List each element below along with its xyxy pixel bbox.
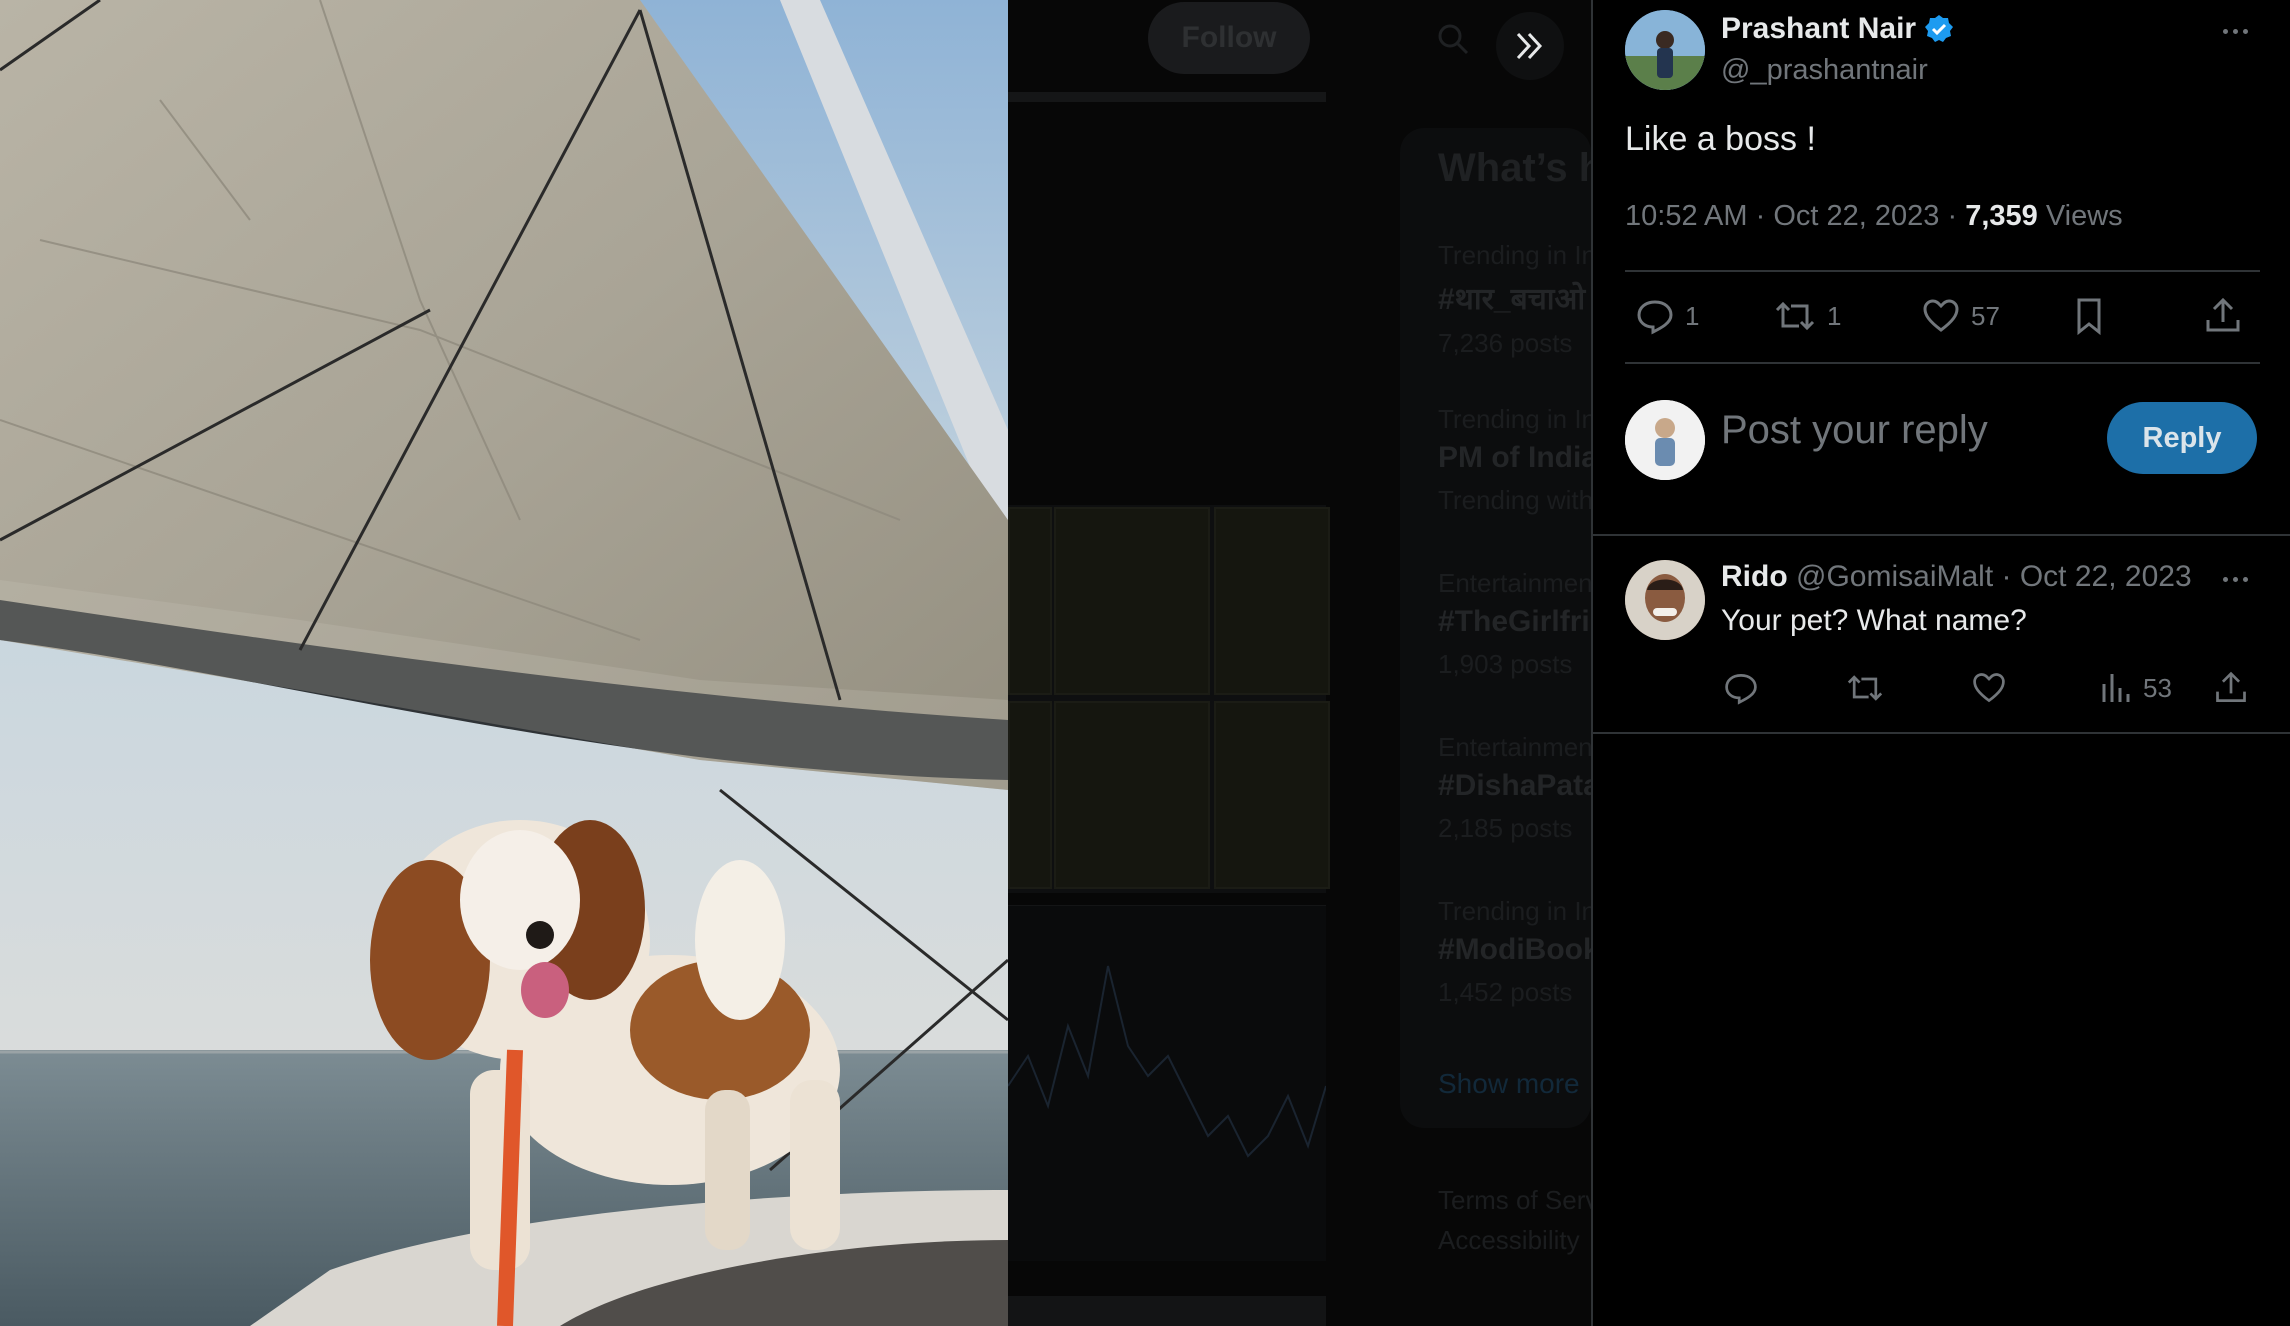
- reply-submit-button[interactable]: Reply: [2107, 402, 2257, 474]
- post-more-button[interactable]: [2215, 16, 2255, 46]
- divider: [1593, 534, 2290, 536]
- reply-views-action[interactable]: 53: [2099, 670, 2172, 706]
- post-time[interactable]: 10:52 AM: [1625, 200, 1748, 232]
- share-upload-icon: [2216, 671, 2246, 702]
- trends-title: What’s h: [1438, 146, 1591, 190]
- reply-count: 1: [1685, 300, 1700, 331]
- follow-button: Follow: [1148, 2, 1310, 74]
- share-action[interactable]: [2203, 296, 2243, 336]
- post-date[interactable]: Oct 22, 2023: [1773, 200, 1939, 232]
- repost-count: 1: [1827, 300, 1842, 331]
- like-action[interactable]: 57: [1921, 296, 2000, 336]
- more-dot-icon: [2232, 28, 2238, 34]
- repost-icon: [1847, 675, 1883, 701]
- heart-icon: [1973, 673, 2005, 703]
- reply-more-button[interactable]: [2215, 564, 2255, 594]
- views-count: 7,359: [1965, 200, 2038, 232]
- person-photo-icon: [1625, 560, 1705, 640]
- author-handle[interactable]: @_prashantnair: [1721, 54, 1928, 87]
- divider: [1593, 732, 2290, 734]
- trend-item: Trending in In #ModiBook 1,452 posts: [1438, 896, 1591, 1007]
- person-photo-icon: [1625, 10, 1705, 90]
- double-chevron-right-icon: [1516, 32, 1543, 60]
- trend-item: Trending in In #थार_बचाओ 7,236 posts: [1438, 240, 1591, 358]
- more-dot-icon: [2242, 576, 2248, 582]
- more-dot-icon: [2242, 28, 2248, 34]
- current-user-avatar[interactable]: [1625, 400, 1705, 480]
- reply-bubble-icon: [1637, 300, 1673, 335]
- background-chart: [1008, 905, 1327, 1261]
- repost-icon: [1775, 301, 1815, 331]
- verified-badge-icon: [1925, 15, 1954, 42]
- background-page: Follow What’s h Trending in In #थार_बचाओ…: [1008, 0, 1591, 1326]
- reply-reply-action[interactable]: [1723, 670, 1759, 706]
- trends-panel: What’s h Trending in In #थार_बचाओ 7,236 …: [1400, 128, 1591, 1128]
- reply-author-name[interactable]: Rido: [1721, 560, 1788, 593]
- like-count: 57: [1971, 300, 2000, 331]
- post-text: Like a boss !: [1625, 120, 1816, 158]
- divider: [1625, 270, 2260, 272]
- reply-share-action[interactable]: [2213, 670, 2249, 706]
- reply-date[interactable]: Oct 22, 2023: [2020, 560, 2192, 593]
- reply-action[interactable]: 1: [1635, 296, 1699, 336]
- repost-action[interactable]: 1: [1773, 296, 1841, 336]
- reply-views-count: 53: [2143, 672, 2172, 703]
- post-meta: 10:52 AM · Oct 22, 2023 · 7,359 Views: [1625, 200, 2123, 232]
- divider: [1625, 362, 2260, 364]
- bookmark-action[interactable]: [2071, 296, 2107, 336]
- views-label: Views: [2045, 200, 2123, 232]
- person-photo-icon: [1625, 400, 1705, 480]
- background-bottom-bar: [1008, 1296, 1326, 1326]
- reply-author-avatar[interactable]: [1625, 560, 1705, 640]
- search-icon: [1438, 24, 1469, 55]
- more-dot-icon: [2232, 576, 2238, 582]
- author-avatar[interactable]: [1625, 10, 1705, 90]
- reply-repost-action[interactable]: [1845, 670, 1885, 706]
- heart-icon: [1923, 299, 1959, 332]
- more-dot-icon: [2222, 576, 2228, 582]
- author-name[interactable]: Prashant Nair: [1721, 12, 1954, 46]
- dog-on-sailboat-image: [0, 0, 1008, 1326]
- reply-author-handle[interactable]: @GomisaiMalt: [1796, 560, 1993, 593]
- post-photo: [0, 0, 1008, 1326]
- share-upload-icon: [2206, 297, 2240, 332]
- post-detail-panel: Prashant Nair @_prashantnair Like a boss…: [1591, 0, 2290, 1326]
- reply-input[interactable]: Post your reply: [1721, 408, 1988, 453]
- footer-links: Terms of Serv Accessibility: [1438, 1185, 1591, 1255]
- collapse-panel-button[interactable]: [1496, 12, 1564, 80]
- reply-header: Rido @GomisaiMalt · Oct 22, 2023: [1721, 560, 2192, 593]
- more-dot-icon: [2222, 28, 2228, 34]
- trend-item: Entertainment #TheGirlfri 1,903 posts: [1438, 568, 1591, 679]
- reply-like-action[interactable]: [1971, 670, 2007, 706]
- reply-bubble-icon: [1725, 674, 1757, 705]
- trend-item: Trending in In PM of India Trending with: [1438, 404, 1591, 515]
- trend-item: Entertainment #DishaPata 2,185 posts: [1438, 732, 1591, 843]
- background-media-grid: [1008, 505, 1330, 893]
- author-name-text[interactable]: Prashant Nair: [1721, 12, 1916, 46]
- background-divider: [1008, 92, 1326, 102]
- show-more-link: Show more: [1438, 1068, 1580, 1099]
- bookmark-icon: [2077, 298, 2101, 336]
- reply-text: Your pet? What name?: [1721, 604, 2027, 637]
- bar-chart-icon: [2102, 674, 2130, 702]
